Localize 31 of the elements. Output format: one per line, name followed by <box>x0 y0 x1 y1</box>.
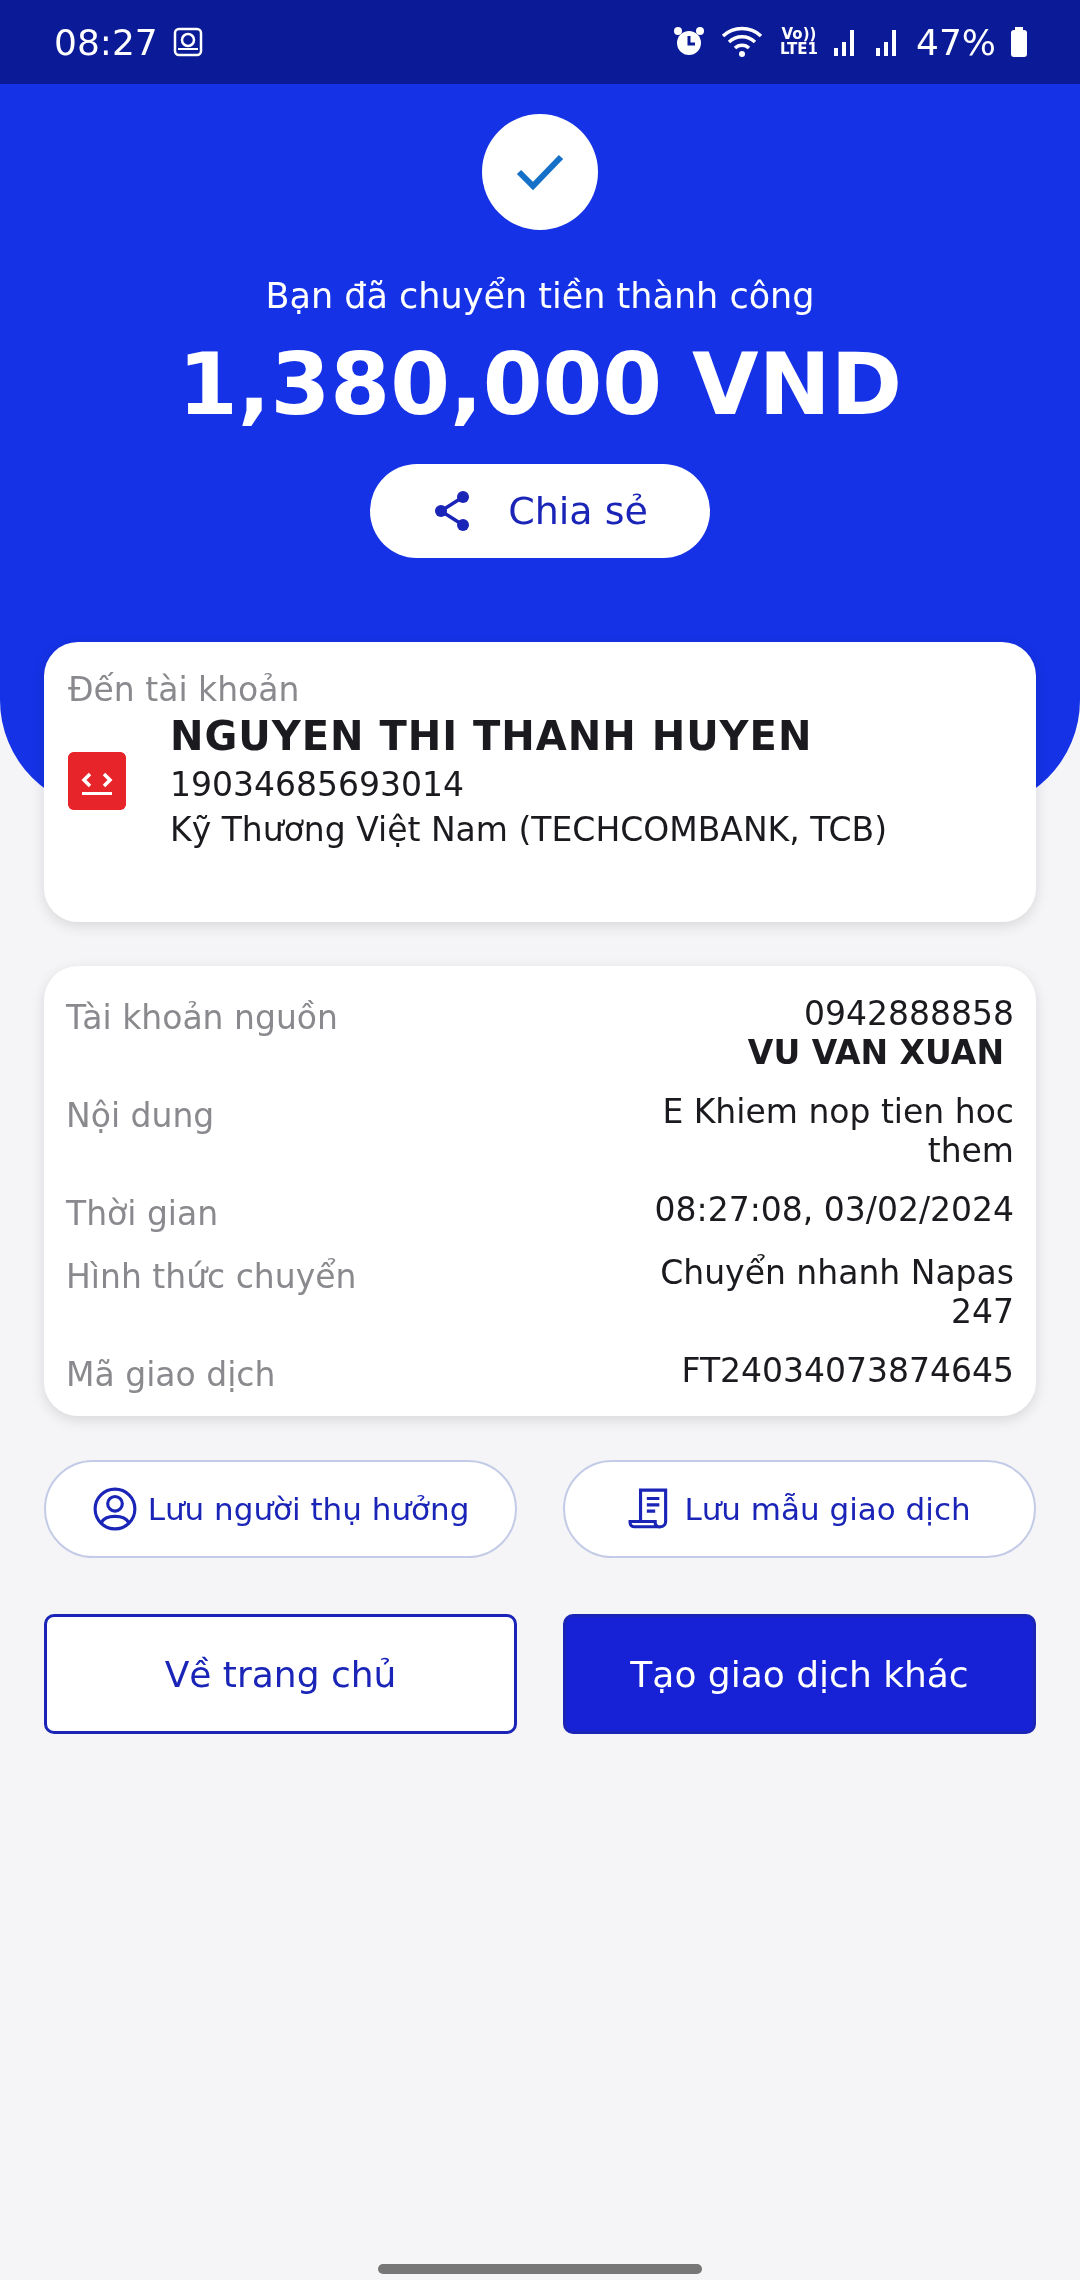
save-beneficiary-button[interactable]: Lưu người thụ hưởng <box>44 1460 517 1558</box>
detail-label: Mã giao dịch <box>66 1354 276 1394</box>
new-transaction-button[interactable]: Tạo giao dịch khác <box>563 1614 1036 1734</box>
detail-label: Tài khoản nguồn <box>66 997 338 1037</box>
share-button[interactable]: Chia sẻ <box>370 464 710 558</box>
detail-value: FT24034073874645 <box>681 1351 1014 1390</box>
bank-name: Kỹ Thương Việt Nam (TECHCOMBANK, TCB) <box>170 810 887 849</box>
home-button[interactable]: Về trang chủ <box>44 1614 517 1734</box>
home-indicator[interactable] <box>378 2264 702 2274</box>
section-label: Đến tài khoản <box>68 670 301 709</box>
detail-label: Hình thức chuyển <box>66 1256 357 1296</box>
detail-value: 08:27:08, 03/02/2024 <box>654 1190 1014 1229</box>
person-icon <box>91 1486 138 1532</box>
success-message: Bạn đã chuyển tiền thành công <box>265 276 815 316</box>
storage-icon <box>171 26 204 58</box>
detail-value: Chuyển nhanh Napas 247 <box>659 1253 1014 1331</box>
battery-percent: 47% <box>916 21 996 63</box>
detail-label: Thời gian <box>66 1193 219 1233</box>
detail-value: VU VAN XUAN <box>747 1033 1004 1072</box>
clock: 08:27 <box>54 21 158 63</box>
battery-icon <box>1010 27 1028 57</box>
network-type-label: Vo)) LTE1 <box>780 27 818 57</box>
detail-value: E Khiem nop tien hoc them <box>661 1092 1014 1170</box>
detail-value: 0942888858 <box>804 994 1014 1033</box>
bank-logo-icon <box>68 752 126 810</box>
checkmark-icon <box>515 152 565 192</box>
save-template-button[interactable]: Lưu mẫu giao dịch <box>563 1460 1036 1558</box>
amount: 1,380,000 VND <box>177 334 903 434</box>
detail-label: Nội dung <box>66 1095 215 1135</box>
account-number: 19034685693014 <box>170 765 465 804</box>
recipient-name: NGUYEN THI THANH HUYEN <box>170 713 814 759</box>
